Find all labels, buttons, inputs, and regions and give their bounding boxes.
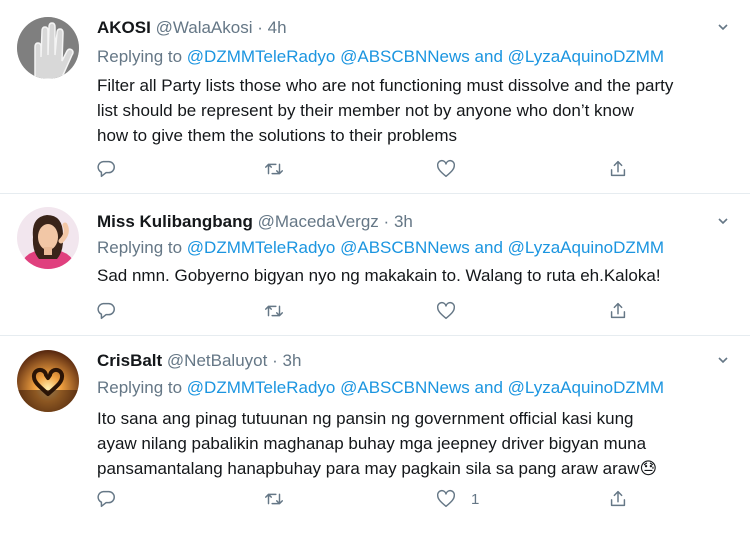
display-name[interactable]: CrisBalt xyxy=(97,351,162,370)
tweet-card[interactable]: CrisBalt @NetBaluyot · 3h Replying to @D… xyxy=(0,336,750,541)
mention-link[interactable]: @LyzaAquinoDZMM xyxy=(508,47,664,66)
tweet-header: Miss Kulibangbang @MacedaVergz · 3h xyxy=(97,212,413,232)
mention-and: and xyxy=(474,378,503,397)
retweet-icon xyxy=(265,305,283,317)
tweet-text-line: how to give them the solutions to their … xyxy=(97,126,458,145)
like-button[interactable]: 1 xyxy=(435,487,479,511)
display-name[interactable]: Miss Kulibangbang xyxy=(97,212,253,231)
reply-icon xyxy=(97,302,115,320)
heart-icon xyxy=(436,301,456,320)
action-bar: 1 xyxy=(95,487,655,511)
replying-to-label: Replying to xyxy=(97,238,183,257)
share-button[interactable] xyxy=(607,299,629,323)
tweet-text: Filter all Party lists those who are not… xyxy=(97,73,737,148)
replying-to-label: Replying to xyxy=(97,378,183,397)
replying-to-label: Replying to xyxy=(97,47,183,66)
retweet-button[interactable] xyxy=(263,487,285,511)
reply-button[interactable] xyxy=(95,157,117,181)
tweet-card[interactable]: Miss Kulibangbang @MacedaVergz · 3h Repl… xyxy=(0,194,750,336)
reply-icon xyxy=(97,490,115,508)
mention-link[interactable]: @ABSCBNNews xyxy=(340,378,470,397)
separator-dot: · xyxy=(257,18,263,37)
mention-link[interactable]: @DZMMTeleRadyo xyxy=(187,238,336,257)
separator-dot: · xyxy=(383,212,390,231)
like-button[interactable] xyxy=(435,157,471,181)
user-handle[interactable]: @NetBaluyot xyxy=(167,351,267,370)
share-icon xyxy=(610,302,626,319)
replying-to-line: Replying to @DZMMTeleRadyo @ABSCBNNews a… xyxy=(97,378,664,398)
mention-link[interactable]: @LyzaAquinoDZMM xyxy=(508,378,664,397)
heart-icon xyxy=(436,489,456,508)
user-handle[interactable]: @WalaAkosi xyxy=(156,18,253,37)
mention-and: and xyxy=(474,47,503,66)
timestamp[interactable]: 4h xyxy=(268,18,287,37)
retweet-button[interactable] xyxy=(263,299,285,323)
heart-icon xyxy=(436,159,456,178)
tweet-header: CrisBalt @NetBaluyot · 3h xyxy=(97,351,301,371)
retweet-button[interactable] xyxy=(263,157,285,181)
reply-button[interactable] xyxy=(95,487,117,511)
tweet-text: Ito sana ang pinag tutuunan ng pansin ng… xyxy=(97,406,737,481)
share-icon xyxy=(610,490,626,507)
replying-to-line: Replying to @DZMMTeleRadyo @ABSCBNNews a… xyxy=(97,47,664,67)
replying-to-line: Replying to @DZMMTeleRadyo @ABSCBNNews a… xyxy=(97,238,664,258)
timestamp[interactable]: 3h xyxy=(394,212,413,231)
avatar[interactable] xyxy=(17,207,79,269)
mention-link[interactable]: @ABSCBNNews xyxy=(340,238,470,257)
share-button[interactable] xyxy=(607,157,629,181)
display-name[interactable]: AKOSI xyxy=(97,18,151,37)
tweet-text: Sad nmn. Gobyerno bigyan nyo ng makakain… xyxy=(97,263,737,288)
tweet-header: AKOSI @WalaAkosi · 4h xyxy=(97,18,287,38)
chevron-down-icon[interactable] xyxy=(718,22,728,32)
tweet-text-line: Ito sana ang pinag tutuunan ng pansin ng… xyxy=(97,409,634,428)
share-button[interactable] xyxy=(607,487,629,511)
tweet-text-line: list should be represent by their member… xyxy=(97,101,634,120)
timestamp[interactable]: 3h xyxy=(282,351,301,370)
tweet-text-line: Sad nmn. Gobyerno bigyan nyo ng makakain… xyxy=(97,266,661,285)
share-icon xyxy=(610,160,626,177)
mention-link[interactable]: @DZMMTeleRadyo xyxy=(187,378,336,397)
chevron-down-icon[interactable] xyxy=(718,216,728,226)
action-bar xyxy=(95,299,655,323)
separator-dot: · xyxy=(272,351,278,370)
retweet-icon xyxy=(265,493,283,505)
retweet-icon xyxy=(265,163,283,175)
tweet-text-line: ayaw nilang pabalikin maghanap buhay mga… xyxy=(97,434,647,453)
like-button[interactable] xyxy=(435,299,471,323)
mention-link[interactable]: @LyzaAquinoDZMM xyxy=(508,238,664,257)
mention-link[interactable]: @ABSCBNNews xyxy=(340,47,470,66)
like-count: 1 xyxy=(471,490,480,508)
tweet-card[interactable]: AKOSI @WalaAkosi · 4h Replying to @DZMMT… xyxy=(0,0,750,194)
tweet-text-line: Filter all Party lists those who are not… xyxy=(97,76,674,95)
tweet-text-line: pansamantalang hanapbuhay para may pagka… xyxy=(97,459,658,478)
mention-link[interactable]: @DZMMTeleRadyo xyxy=(187,47,336,66)
avatar[interactable] xyxy=(17,17,79,79)
chevron-down-icon[interactable] xyxy=(718,355,728,365)
replies-feed: AKOSI @WalaAkosi · 4h Replying to @DZMMT… xyxy=(0,0,750,541)
user-handle[interactable]: @MacedaVergz xyxy=(258,212,379,231)
mention-and: and xyxy=(474,238,503,257)
reply-button[interactable] xyxy=(95,299,117,323)
avatar[interactable] xyxy=(17,350,79,412)
action-bar xyxy=(95,157,655,181)
reply-icon xyxy=(97,160,115,178)
